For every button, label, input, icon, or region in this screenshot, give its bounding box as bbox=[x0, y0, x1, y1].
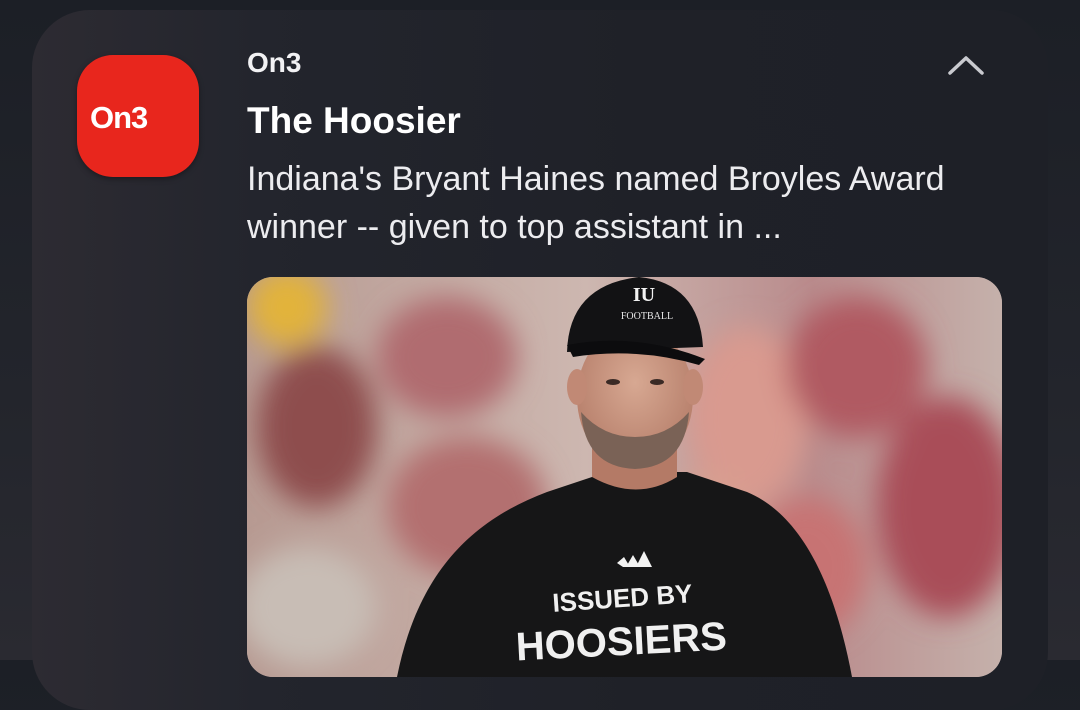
on3-app-icon: On3 bbox=[77, 55, 199, 177]
on3-logo: On3 bbox=[90, 100, 149, 134]
collapse-button[interactable] bbox=[940, 45, 992, 85]
notification-body: Indiana's Bryant Haines named Broyles Aw… bbox=[247, 160, 945, 246]
on3-logo-text: On3 bbox=[90, 100, 148, 134]
app-name: On3 bbox=[247, 47, 302, 78]
bryant-haines-photo: IU FOOTBALL ISSUED BY HOOSIERS bbox=[247, 277, 1002, 677]
cap-logo: IU bbox=[633, 284, 655, 306]
notification-image[interactable]: IU FOOTBALL ISSUED BY HOOSIERS bbox=[247, 277, 1002, 677]
chevron-up-icon bbox=[948, 56, 984, 75]
notification-title: The Hoosier bbox=[247, 100, 461, 141]
cap-text: FOOTBALL bbox=[621, 311, 673, 322]
